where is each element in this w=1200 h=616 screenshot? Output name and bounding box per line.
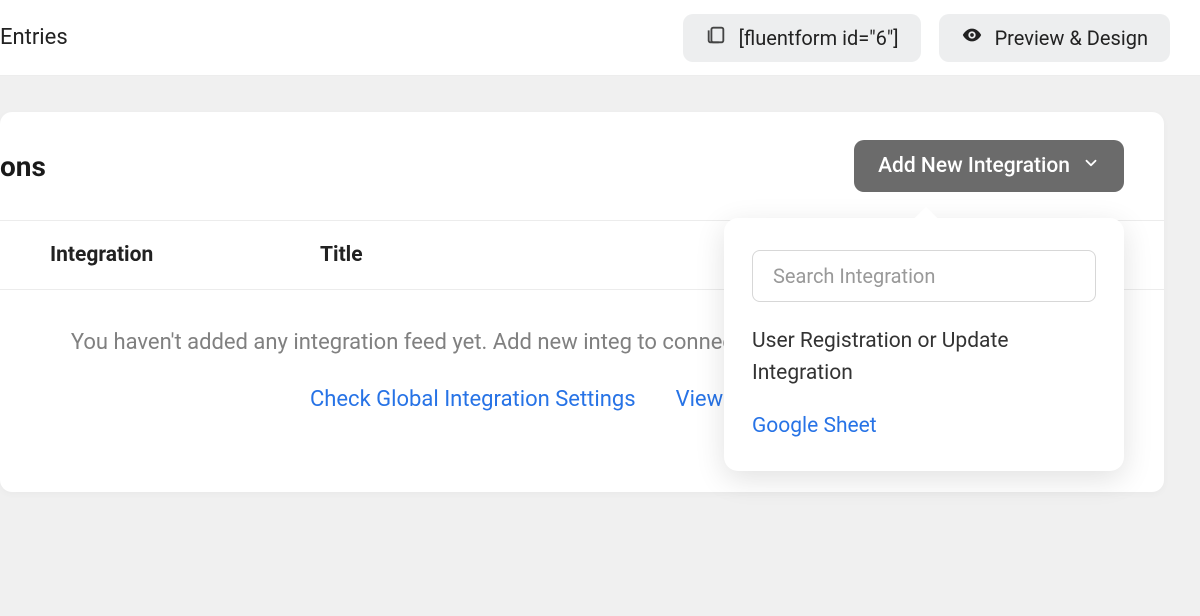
integrations-panel: ons Add New Integration Integration Titl…	[0, 112, 1164, 492]
copy-icon	[705, 24, 727, 51]
preview-design-button[interactable]: Preview & Design	[939, 14, 1170, 62]
tab-entries[interactable]: Entries	[0, 25, 68, 50]
check-global-settings-link[interactable]: Check Global Integration Settings	[310, 387, 636, 412]
dropdown-item-user-registration[interactable]: User Registration or Update Integration	[752, 326, 1096, 389]
panel-title: ons	[0, 150, 46, 183]
chevron-down-icon	[1082, 154, 1100, 178]
search-integration-input[interactable]	[752, 250, 1096, 302]
dropdown-item-google-sheet[interactable]: Google Sheet	[752, 411, 1096, 443]
column-integration: Integration	[50, 243, 320, 267]
add-new-integration-button[interactable]: Add New Integration	[854, 140, 1124, 192]
eye-icon	[961, 24, 983, 51]
shortcode-text: [fluentform id="6"]	[739, 26, 899, 50]
add-new-integration-label: Add New Integration	[878, 154, 1070, 178]
preview-design-label: Preview & Design	[995, 26, 1148, 50]
integration-dropdown: User Registration or Update Integration …	[724, 218, 1124, 471]
shortcode-button[interactable]: [fluentform id="6"]	[683, 14, 921, 62]
